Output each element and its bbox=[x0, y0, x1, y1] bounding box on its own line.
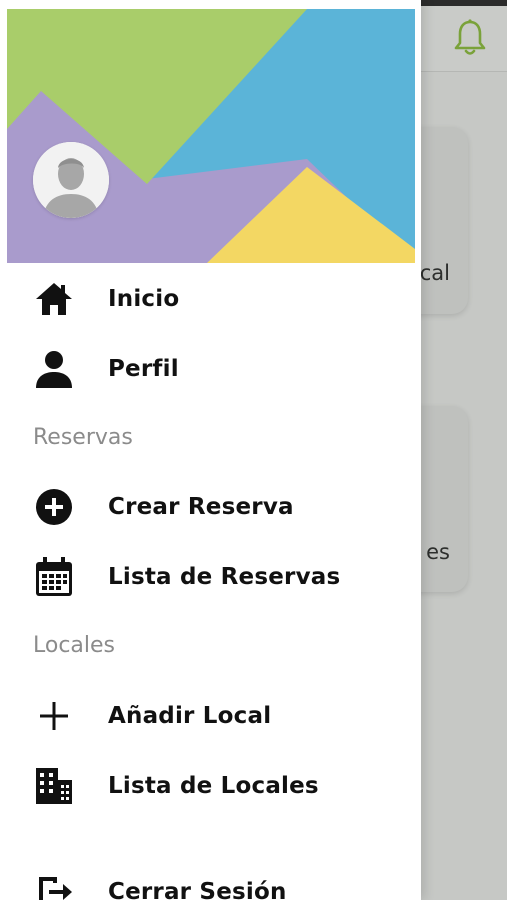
section-header-locales: Locales bbox=[33, 633, 116, 658]
menu-item-cerrar-sesion[interactable]: Cerrar Sesión bbox=[0, 864, 421, 900]
menu-item-label: Añadir Local bbox=[108, 703, 272, 729]
menu-item-inicio[interactable]: Inicio bbox=[0, 271, 421, 327]
plus-icon bbox=[33, 695, 75, 737]
menu-item-label: Inicio bbox=[108, 286, 180, 312]
menu-item-lista-reservas[interactable]: Lista de Reservas bbox=[0, 549, 421, 605]
menu-item-crear-reserva[interactable]: Crear Reserva bbox=[0, 479, 421, 535]
menu-item-label: Lista de Reservas bbox=[108, 564, 341, 590]
building-icon bbox=[33, 765, 75, 807]
menu-item-label: Cerrar Sesión bbox=[108, 879, 287, 900]
header-background-art bbox=[7, 9, 415, 263]
navigation-drawer: Inicio Perfil Reservas Crear Reserva Lis… bbox=[0, 0, 421, 900]
logout-icon bbox=[33, 871, 75, 900]
menu-item-label: Lista de Locales bbox=[108, 773, 319, 799]
calendar-icon bbox=[33, 556, 75, 598]
menu-item-label: Crear Reserva bbox=[108, 494, 294, 520]
card-label: cal bbox=[419, 261, 450, 285]
bell-icon[interactable] bbox=[452, 18, 488, 58]
menu-item-label: Perfil bbox=[108, 356, 179, 382]
menu-item-perfil[interactable]: Perfil bbox=[0, 341, 421, 397]
card-label: es bbox=[426, 540, 450, 564]
drawer-header bbox=[0, 0, 421, 263]
section-header-reservas: Reservas bbox=[33, 425, 133, 450]
person-icon bbox=[33, 348, 75, 390]
menu-item-anadir-local[interactable]: Añadir Local bbox=[0, 688, 421, 744]
menu-item-lista-locales[interactable]: Lista de Locales bbox=[0, 758, 421, 814]
home-icon bbox=[33, 278, 75, 320]
add-circle-icon bbox=[33, 486, 75, 528]
avatar[interactable] bbox=[33, 142, 109, 218]
